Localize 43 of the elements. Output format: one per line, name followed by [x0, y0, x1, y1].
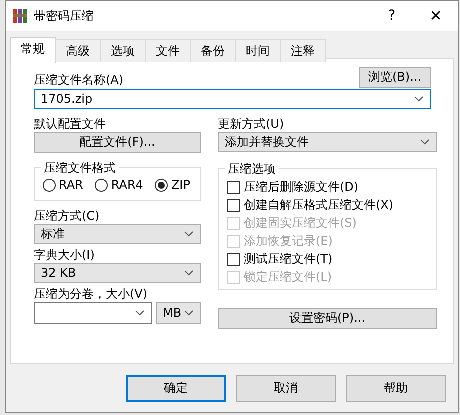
tab[interactable]: 注释 [280, 39, 326, 62]
caret-icon [184, 310, 194, 316]
close-button[interactable]: ✕ [414, 7, 458, 25]
tab[interactable]: 选项 [100, 39, 146, 62]
update-mode-dropdown[interactable]: 添加并替换文件 [218, 132, 437, 152]
tab[interactable]: 高级 [55, 39, 101, 62]
field-label: 压缩方式(C) [34, 208, 101, 224]
caret-icon [184, 231, 194, 237]
caret-icon [420, 139, 430, 145]
unit-dropdown[interactable]: MB [156, 302, 201, 324]
tab[interactable]: 常规 [10, 37, 56, 63]
group-label: 压缩文件格式 [41, 160, 119, 177]
set-password-button[interactable]: 设置密码(P)... [218, 308, 437, 329]
help-button[interactable]: ? [370, 8, 414, 24]
caret-icon [414, 96, 424, 102]
field-label: 压缩文件名称(A) [34, 72, 124, 88]
field-label: 字典大小(I) [34, 247, 96, 263]
caret-icon [184, 270, 194, 276]
radio-option[interactable]: RAR [43, 178, 84, 192]
dialog-button[interactable]: 帮助 [346, 375, 446, 402]
radio-option[interactable]: RAR4 [95, 178, 144, 192]
split-size-field[interactable] [34, 302, 152, 324]
caret-icon [135, 310, 145, 316]
profile-button[interactable]: 配置文件(F)... [34, 132, 201, 153]
tab[interactable]: 时间 [235, 39, 281, 62]
dialog-button[interactable]: 取消 [236, 375, 336, 402]
app-icon [12, 8, 28, 24]
window-title: 带密码压缩 [34, 8, 95, 24]
tab[interactable]: 备份 [190, 39, 236, 62]
browse-button[interactable]: 浏览(B)... [359, 67, 431, 88]
field-label: 默认配置文件 [34, 116, 107, 132]
method-dropdown[interactable]: 标准 [34, 224, 201, 244]
archive-name-field[interactable]: 1705.zip [34, 89, 431, 109]
dictionary-dropdown[interactable]: 32 KB [34, 263, 201, 283]
radio-option[interactable]: ZIP [155, 178, 190, 192]
checkbox-option[interactable]: 测试压缩文件(T) [227, 251, 428, 267]
checkbox-option[interactable]: 压缩后删除源文件(D) [227, 179, 428, 195]
field-label: 更新方式(U) [218, 116, 286, 132]
group-label: 压缩选项 [225, 161, 279, 178]
tab[interactable]: 文件 [145, 39, 191, 62]
field-label: 压缩为分卷，大小(V) [34, 286, 149, 302]
checkbox-option[interactable]: 创建自解压格式压缩文件(X) [227, 197, 428, 213]
dialog-button[interactable]: 确定 [126, 375, 226, 402]
